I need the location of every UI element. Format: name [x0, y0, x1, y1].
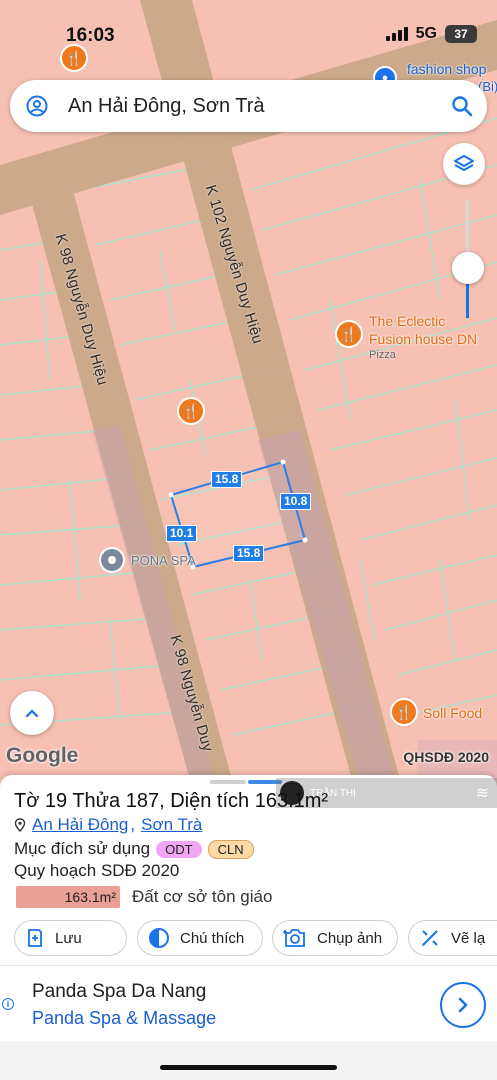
- ad-banner[interactable]: i Panda Spa Da Nang Panda Spa & Massage: [0, 965, 497, 1041]
- draw-button[interactable]: Vẽ lạ: [408, 920, 497, 956]
- area-description: Đất cơ sở tôn giáo: [132, 887, 273, 906]
- search-icon[interactable]: [451, 95, 473, 117]
- fork-knife-icon: 🍴: [182, 402, 200, 419]
- eclectic-type: Pizza: [369, 349, 396, 361]
- fork-knife-icon: 🍴: [65, 49, 83, 66]
- parcel-address: An Hải Đông , Sơn Trà: [14, 815, 202, 835]
- battery-icon: 37: [445, 25, 477, 43]
- restaurant-pin-middle[interactable]: 🍴: [177, 397, 205, 425]
- parcel-title: Tờ 19 Thửa 187, Diện tích 163.1m²: [14, 790, 329, 812]
- pona-spa-label[interactable]: PONA SPA: [131, 552, 196, 570]
- area-bar: 163.1m²: [16, 886, 120, 908]
- ward-link[interactable]: An Hải Đông: [32, 815, 128, 835]
- restaurant-pin-eclectic[interactable]: 🍴: [335, 320, 363, 348]
- ad-subtitle: Panda Spa & Massage: [32, 1008, 217, 1028]
- bookmark-add-icon: [28, 929, 42, 947]
- area-value: 163.1m²: [64, 889, 116, 905]
- dimension-right: 10.8: [280, 493, 312, 510]
- fashion-shop-label[interactable]: fashion shop: [407, 60, 486, 78]
- contrast-icon: [149, 928, 169, 948]
- stack-icon: ≋: [475, 785, 489, 802]
- badge-cln[interactable]: CLN: [207, 839, 254, 859]
- badge-odt[interactable]: ODT: [156, 840, 202, 858]
- plan-layer-label: QHSDĐ 2020: [403, 749, 489, 765]
- google-logo: Google: [6, 744, 79, 767]
- restaurant-pin-top[interactable]: 🍴: [60, 44, 88, 72]
- layers-button[interactable]: [443, 143, 485, 185]
- district-link[interactable]: Sơn Trà: [141, 815, 202, 835]
- save-label: Lưu: [55, 929, 82, 947]
- purpose-label: Mục đích sử dụng: [14, 839, 151, 858]
- action-row: Lưu Chú thích Chụp ảnh Vẽ lạ: [14, 920, 497, 956]
- sheet-handle[interactable]: [210, 780, 246, 784]
- capture-label: Chụp ảnh: [317, 929, 383, 947]
- opacity-slider-thumb[interactable]: [452, 252, 484, 284]
- draw-label: Vẽ lạ: [451, 929, 486, 947]
- status-time: 16:03: [66, 25, 115, 46]
- chevron-right-icon: [458, 997, 468, 1013]
- address-separator: ,: [130, 815, 136, 834]
- parcel-info-sheet[interactable]: TRẦN THỊ ≋ Tờ 19 Thửa 187, Diện tích 163…: [0, 775, 497, 1080]
- plan-label: Quy hoạch SDĐ 2020: [14, 861, 180, 880]
- capture-button[interactable]: Chụp ảnh: [272, 920, 398, 956]
- plan-area-row: 163.1m² Đất cơ sở tôn giáo: [16, 886, 272, 908]
- save-button[interactable]: Lưu: [14, 920, 127, 956]
- draw-icon: [422, 930, 438, 946]
- search-bar[interactable]: An Hải Đông, Sơn Trà: [10, 80, 487, 132]
- dimension-top: 15.8: [211, 471, 243, 488]
- home-indicator[interactable]: [160, 1065, 337, 1070]
- expand-button[interactable]: [10, 691, 54, 735]
- ad-info-icon[interactable]: i: [2, 998, 14, 1010]
- dot-icon: [108, 556, 116, 564]
- legend-label: Chú thích: [180, 929, 245, 947]
- dimension-left: 10.1: [166, 525, 198, 542]
- location-pin-icon: [14, 818, 26, 832]
- land-use-purpose: Mục đích sử dụng ODT CLN: [14, 839, 254, 859]
- fork-knife-icon: 🍴: [340, 325, 358, 342]
- account-icon[interactable]: [26, 95, 48, 117]
- search-query[interactable]: An Hải Đông, Sơn Trà: [68, 95, 265, 118]
- spa-pin[interactable]: [99, 547, 125, 573]
- restaurant-pin-soll[interactable]: 🍴: [390, 698, 418, 726]
- ad-name: Panda Spa Da Nang: [32, 981, 207, 1002]
- dimension-bottom: 15.8: [233, 545, 265, 562]
- fork-knife-icon: 🍴: [395, 703, 413, 720]
- status-icons: 5G 37: [385, 25, 477, 43]
- eclectic-label[interactable]: The Eclectic Fusion house DN: [369, 312, 489, 348]
- camera-add-icon: [283, 929, 305, 947]
- soll-food-label[interactable]: Soll Food: [423, 704, 482, 722]
- network-type: 5G: [415, 25, 437, 42]
- map-view[interactable]: K 98 Nguyễn Duy Hiệu K 102 Nguyễn Duy Hi…: [0, 0, 497, 780]
- home-bar-area: [0, 1041, 497, 1080]
- fashion-shop-suffix-text: Bi: [482, 79, 494, 94]
- ad-go-button[interactable]: [440, 982, 486, 1028]
- signal-icon: [385, 27, 408, 41]
- battery-level: 37: [454, 27, 468, 41]
- legend-button[interactable]: Chú thích: [137, 920, 263, 956]
- chevron-up-icon: [25, 709, 39, 718]
- layers-icon: [454, 155, 474, 171]
